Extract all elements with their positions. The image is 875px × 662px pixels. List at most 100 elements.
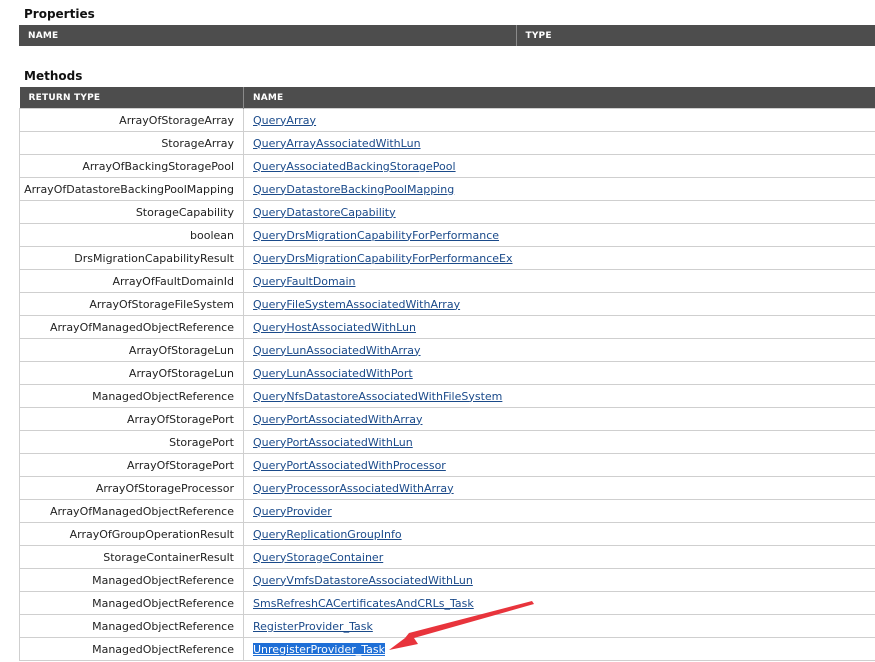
return-type-cell: ArrayOfStorageLun <box>19 338 244 362</box>
return-type-cell: ArrayOfBackingStoragePool <box>19 154 244 178</box>
method-name-cell: QueryPortAssociatedWithArray <box>243 407 875 431</box>
table-row: ArrayOfManagedObjectReference QueryHostAs… <box>19 315 875 339</box>
methods-table-body: ArrayOfStorageArray QueryArray StorageArra… <box>19 108 875 661</box>
properties-table: NAME TYPE <box>19 25 875 46</box>
method-link[interactable]: QueryReplicationGroupInfo <box>253 528 402 541</box>
return-type-cell: ArrayOfStoragePort <box>19 453 244 477</box>
return-type-cell: ManagedObjectReference <box>19 384 244 408</box>
return-type-cell: ManagedObjectReference <box>19 591 244 615</box>
return-type-cell: ArrayOfManagedObjectReference <box>19 315 244 339</box>
method-link[interactable]: QueryPortAssociatedWithArray <box>253 413 422 426</box>
method-name-cell: QueryProvider <box>243 499 875 523</box>
method-link[interactable]: UnregisterProvider_Task <box>253 642 385 656</box>
table-row: StoragePort QueryPortAssociatedWithLun <box>19 430 875 454</box>
return-type-cell: ArrayOfDatastoreBackingPoolMapping <box>19 177 244 201</box>
method-link[interactable]: QueryHostAssociatedWithLun <box>253 321 416 334</box>
method-link[interactable]: QueryProcessorAssociatedWithArray <box>253 482 454 495</box>
method-link[interactable]: QueryArrayAssociatedWithLun <box>253 137 421 150</box>
table-row: ArrayOfBackingStoragePool QueryAssociated… <box>19 154 875 178</box>
return-type-cell: ArrayOfStorageArray <box>19 108 244 132</box>
column-header-return-type: RETURN TYPE <box>19 87 244 109</box>
properties-header-row: NAME TYPE <box>19 25 875 46</box>
method-name-cell: RegisterProvider_Task <box>243 614 875 638</box>
methods-header-row: RETURN TYPE NAME <box>19 87 875 109</box>
table-row: ManagedObjectReference QueryNfsDatastoreA… <box>19 384 875 408</box>
return-type-cell: ArrayOfManagedObjectReference <box>19 499 244 523</box>
method-link[interactable]: QueryFileSystemAssociatedWithArray <box>253 298 460 311</box>
method-link[interactable]: QueryProvider <box>253 505 332 518</box>
methods-title: Methods <box>24 69 83 83</box>
method-link[interactable]: QueryDatastoreCapability <box>253 206 396 219</box>
table-row: ArrayOfManagedObjectReference QueryProvid… <box>19 499 875 523</box>
table-row: ArrayOfStorageLun QueryLunAssociatedWithP… <box>19 361 875 385</box>
return-type-cell: boolean <box>19 223 244 247</box>
method-name-cell: UnregisterProvider_Task <box>243 637 875 661</box>
table-row: ArrayOfFaultDomainId QueryFaultDomain <box>19 269 875 293</box>
method-link[interactable]: SmsRefreshCACertificatesAndCRLs_Task <box>253 597 474 610</box>
method-name-cell: QueryLunAssociatedWithArray <box>243 338 875 362</box>
method-link[interactable]: QueryArray <box>253 114 316 127</box>
methods-table: RETURN TYPE NAME ArrayOfStorageArray Quer… <box>19 87 875 661</box>
table-row: ArrayOfStoragePort QueryPortAssociatedWit… <box>19 407 875 431</box>
method-name-cell: QueryFaultDomain <box>243 269 875 293</box>
table-row: ManagedObjectReference UnregisterProvider… <box>19 637 875 661</box>
method-name-cell: QueryDatastoreCapability <box>243 200 875 224</box>
table-row: boolean QueryDrsMigrationCapabilityForPer… <box>19 223 875 247</box>
table-row: StorageArray QueryArrayAssociatedWithLun <box>19 131 875 155</box>
return-type-cell: ArrayOfStorageProcessor <box>19 476 244 500</box>
method-link[interactable]: QueryStorageContainer <box>253 551 383 564</box>
return-type-cell: StorageArray <box>19 131 244 155</box>
method-name-cell: QueryNfsDatastoreAssociatedWithFileSyste… <box>243 384 875 408</box>
method-name-cell: QueryDrsMigrationCapabilityForPerformanc… <box>243 223 875 247</box>
method-name-cell: QueryArrayAssociatedWithLun <box>243 131 875 155</box>
method-name-cell: QueryHostAssociatedWithLun <box>243 315 875 339</box>
return-type-cell: ArrayOfFaultDomainId <box>19 269 244 293</box>
method-name-cell: QueryProcessorAssociatedWithArray <box>243 476 875 500</box>
return-type-cell: StoragePort <box>19 430 244 454</box>
method-name-cell: QueryArray <box>243 108 875 132</box>
properties-title: Properties <box>24 7 95 21</box>
return-type-cell: DrsMigrationCapabilityResult <box>19 246 244 270</box>
method-link[interactable]: QueryVmfsDatastoreAssociatedWithLun <box>253 574 473 587</box>
method-name-cell: QueryStorageContainer <box>243 545 875 569</box>
method-link[interactable]: QueryDrsMigrationCapabilityForPerformanc… <box>253 229 499 242</box>
table-row: ArrayOfGroupOperationResult QueryReplicat… <box>19 522 875 546</box>
return-type-cell: ArrayOfStorageLun <box>19 361 244 385</box>
method-name-cell: QueryAssociatedBackingStoragePool <box>243 154 875 178</box>
method-name-cell: QueryLunAssociatedWithPort <box>243 361 875 385</box>
table-row: ArrayOfStorageLun QueryLunAssociatedWithA… <box>19 338 875 362</box>
method-link[interactable]: QueryFaultDomain <box>253 275 356 288</box>
return-type-cell: ArrayOfStoragePort <box>19 407 244 431</box>
table-row: ArrayOfStorageProcessor QueryProcessorAss… <box>19 476 875 500</box>
method-link[interactable]: RegisterProvider_Task <box>253 620 373 633</box>
return-type-cell: ArrayOfStorageFileSystem <box>19 292 244 316</box>
method-link[interactable]: QueryPortAssociatedWithLun <box>253 436 413 449</box>
table-row: ManagedObjectReference SmsRefreshCACertif… <box>19 591 875 615</box>
method-link[interactable]: QueryLunAssociatedWithArray <box>253 344 421 357</box>
return-type-cell: ManagedObjectReference <box>19 614 244 638</box>
method-link[interactable]: QueryNfsDatastoreAssociatedWithFileSyste… <box>253 390 502 403</box>
method-name-cell: QueryFileSystemAssociatedWithArray <box>243 292 875 316</box>
table-row: ManagedObjectReference QueryVmfsDatastore… <box>19 568 875 592</box>
column-header-name: NAME <box>19 25 517 46</box>
method-link[interactable]: QueryAssociatedBackingStoragePool <box>253 160 456 173</box>
return-type-cell: StorageContainerResult <box>19 545 244 569</box>
return-type-cell: ManagedObjectReference <box>19 568 244 592</box>
table-row: ArrayOfStorageFileSystem QueryFileSystemA… <box>19 292 875 316</box>
method-name-cell: QueryReplicationGroupInfo <box>243 522 875 546</box>
column-header-method-name: NAME <box>243 87 875 109</box>
table-row: ArrayOfStoragePort QueryPortAssociatedWit… <box>19 453 875 477</box>
method-link[interactable]: QueryPortAssociatedWithProcessor <box>253 459 446 472</box>
table-row: DrsMigrationCapabilityResult QueryDrsMigr… <box>19 246 875 270</box>
method-link[interactable]: QueryDatastoreBackingPoolMapping <box>253 183 454 196</box>
return-type-cell: StorageCapability <box>19 200 244 224</box>
table-row: StorageContainerResult QueryStorageContai… <box>19 545 875 569</box>
method-name-cell: QueryPortAssociatedWithLun <box>243 430 875 454</box>
return-type-cell: ManagedObjectReference <box>19 637 244 661</box>
method-name-cell: QueryDrsMigrationCapabilityForPerformanc… <box>243 246 875 270</box>
method-link[interactable]: QueryDrsMigrationCapabilityForPerformanc… <box>253 252 513 265</box>
method-name-cell: SmsRefreshCACertificatesAndCRLs_Task <box>243 591 875 615</box>
table-row: ArrayOfStorageArray QueryArray <box>19 108 875 132</box>
method-link[interactable]: QueryLunAssociatedWithPort <box>253 367 413 380</box>
method-name-cell: QueryVmfsDatastoreAssociatedWithLun <box>243 568 875 592</box>
